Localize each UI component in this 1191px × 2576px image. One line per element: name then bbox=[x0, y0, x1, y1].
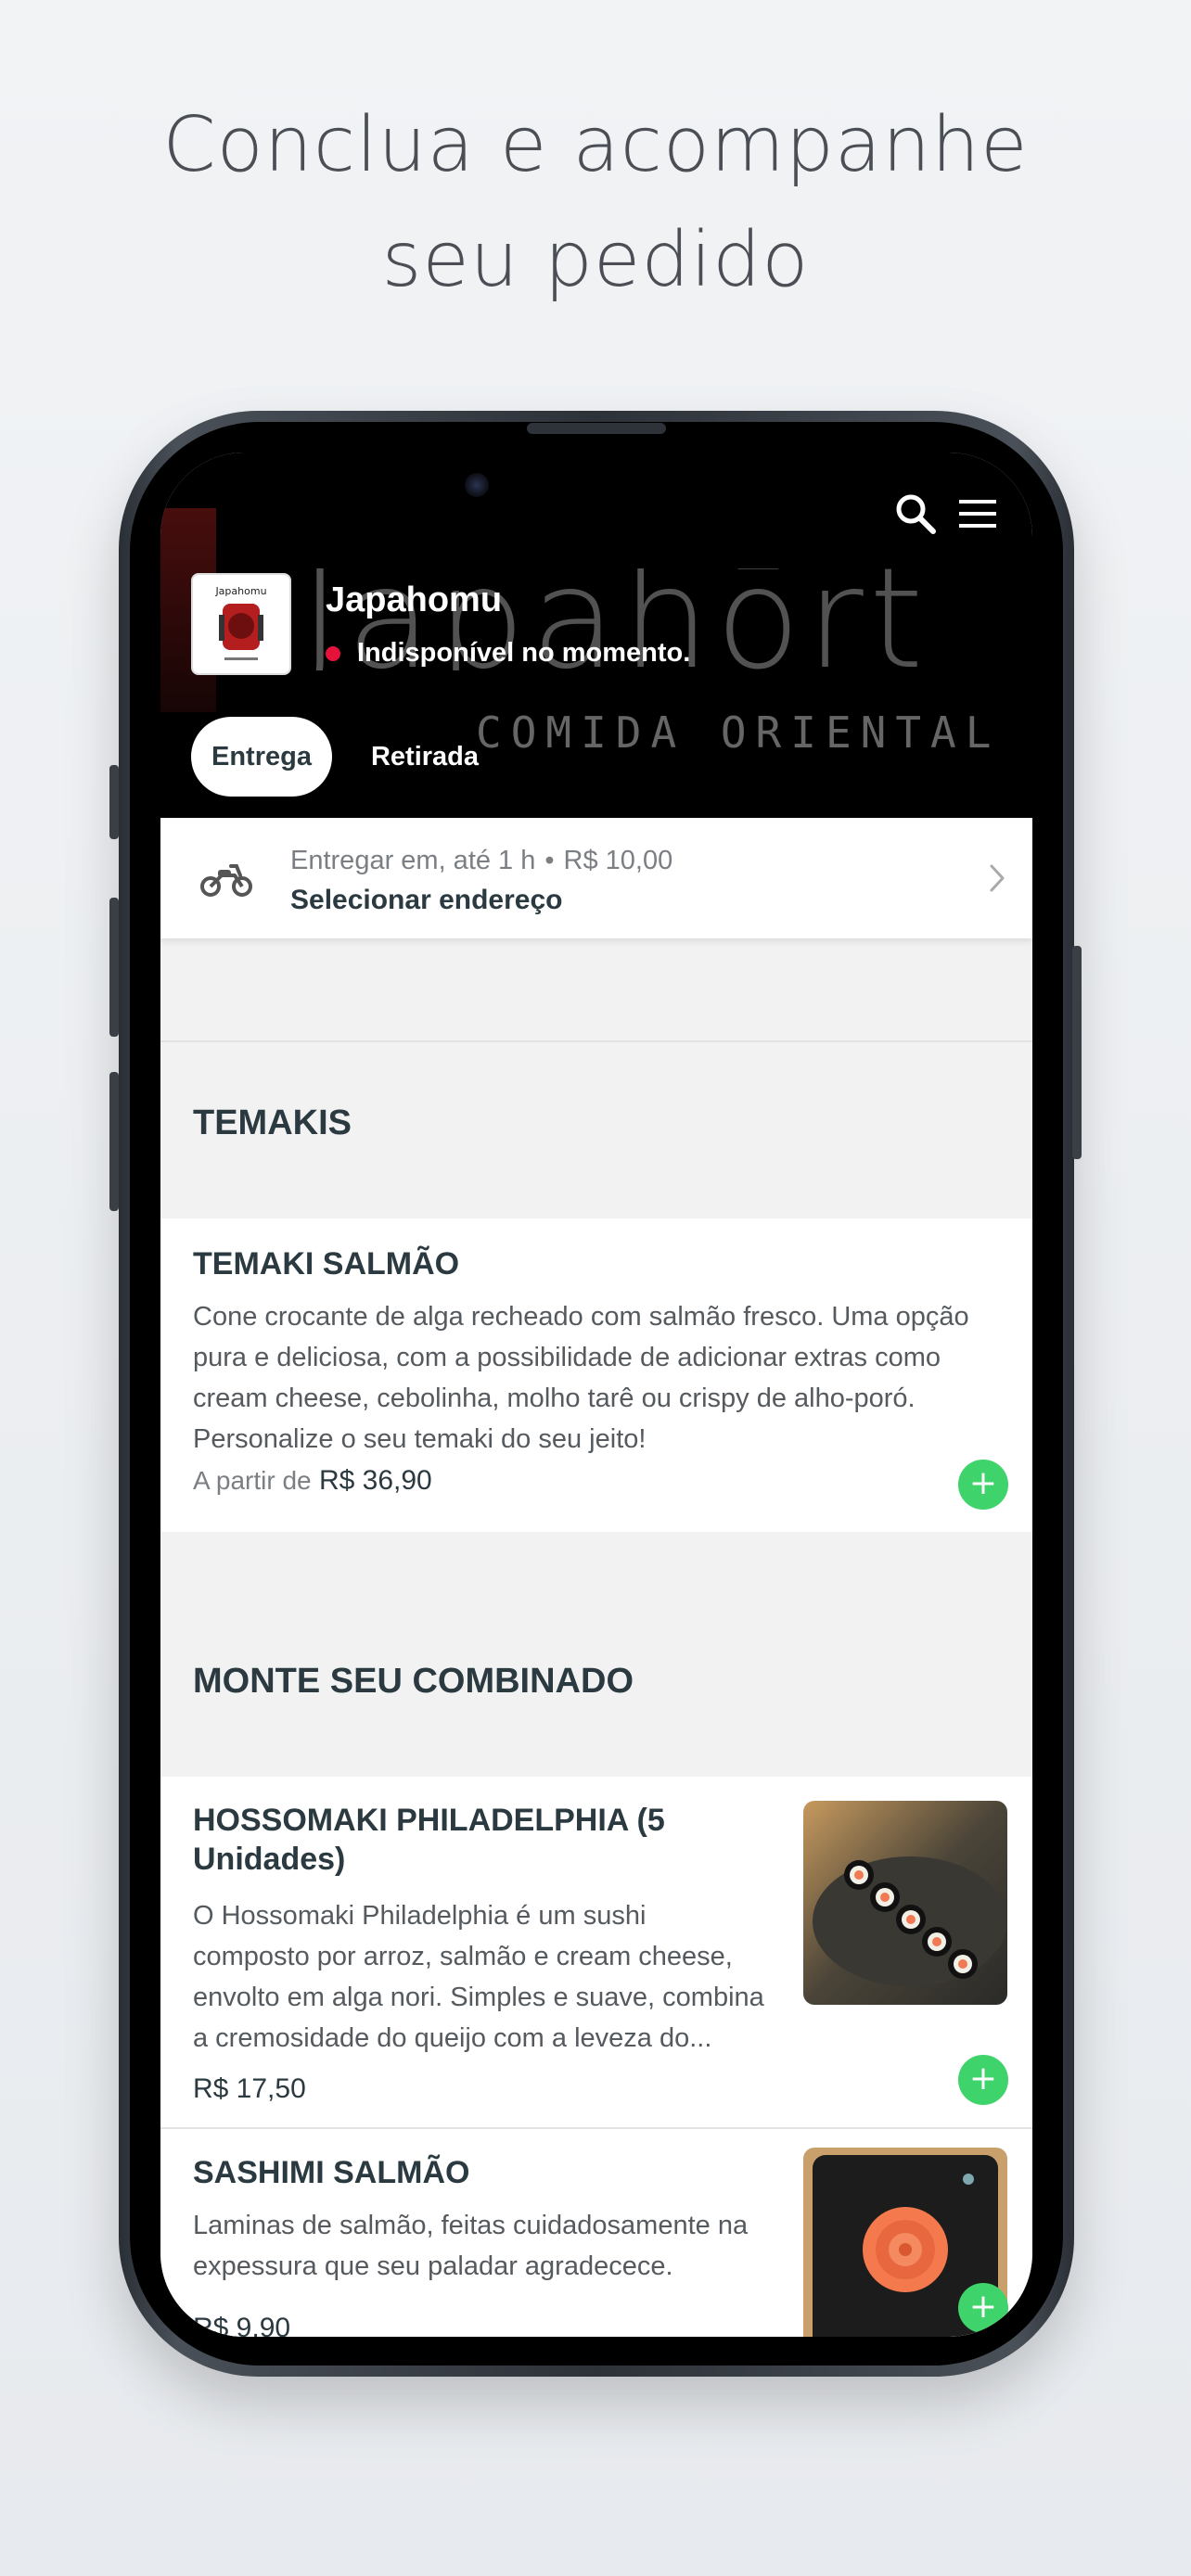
delivery-info: Entregar em, até 1 h • R$ 10,00 bbox=[290, 846, 673, 875]
item-price: A partir de R$ 36,90 bbox=[193, 1465, 432, 1497]
headline-line-1: Conclua e acompanhe bbox=[162, 101, 1029, 189]
section-title-monte-seu-combinado: MONTE SEU COMBINADO bbox=[193, 1662, 634, 1701]
select-address-label: Selecionar endereço bbox=[290, 885, 563, 915]
delivery-fee: R$ 10,00 bbox=[563, 846, 673, 875]
plus-icon: + bbox=[968, 2060, 998, 2098]
phone-volume-down bbox=[109, 1072, 119, 1211]
plus-icon: + bbox=[968, 1464, 998, 1502]
menu-item-temaki-salmao[interactable]: TEMAKI SALMÃO Cone crocante de alga rech… bbox=[160, 1218, 1032, 1532]
phone-mute-switch bbox=[109, 765, 119, 839]
section-title-temakis: TEMAKIS bbox=[193, 1103, 352, 1142]
search-icon[interactable] bbox=[891, 490, 940, 538]
item-price: R$ 9,90 bbox=[193, 2313, 291, 2337]
section-divider bbox=[160, 1040, 1032, 1042]
item-description: Cone crocante de alga recheado com salmã… bbox=[193, 1302, 969, 1454]
store-header: Japahōrt COMIDA ORIENTAL Japahomu Japaho… bbox=[160, 453, 1032, 818]
add-item-button[interactable]: + bbox=[958, 2055, 1008, 2105]
status-dot-icon bbox=[326, 645, 340, 661]
menu-item-hossomaki-philadelphia[interactable]: HOSSOMAKI PHILADELPHIA (5 Unidades) O Ho… bbox=[160, 1777, 1032, 2127]
price-value: R$ 36,90 bbox=[318, 1465, 432, 1496]
store-status: Indisponível no momento. bbox=[326, 638, 690, 669]
item-name: HOSSOMAKI PHILADELPHIA (5 Unidades) bbox=[193, 1803, 665, 1877]
phone-power-button bbox=[1072, 946, 1082, 1159]
tab-entrega[interactable]: Entrega bbox=[191, 717, 332, 797]
headline-line-2: seu pedido bbox=[381, 216, 810, 304]
delivery-eta: Entregar em, até 1 h bbox=[290, 846, 536, 875]
motorcycle-icon bbox=[200, 864, 252, 897]
phone-volume-up bbox=[109, 898, 119, 1037]
order-mode-tabs: Entrega Retirada bbox=[191, 717, 499, 797]
item-price: R$ 17,50 bbox=[193, 2073, 306, 2104]
item-description: O Hossomaki Philadelphia é um sushi comp… bbox=[193, 1901, 764, 2053]
store-logo: Japahomu bbox=[191, 573, 291, 675]
add-item-button[interactable]: + bbox=[958, 2283, 1008, 2333]
plus-icon: + bbox=[968, 2288, 998, 2326]
delivery-address-selector[interactable]: Entregar em, até 1 h • R$ 10,00 Selecionar… bbox=[160, 818, 1032, 938]
app-screen: Japahōrt COMIDA ORIENTAL Japahomu Japaho… bbox=[160, 453, 1032, 2337]
front-camera bbox=[465, 473, 489, 497]
item-description: Laminas de salmão, feitas cuidadosamente… bbox=[193, 2211, 749, 2281]
store-status-text: Indisponível no momento. bbox=[357, 638, 691, 668]
add-item-button[interactable]: + bbox=[958, 1460, 1008, 1510]
price-prefix: A partir de bbox=[193, 1466, 312, 1495]
logo-text: Japahomu bbox=[214, 585, 266, 597]
chevron-right-icon bbox=[990, 864, 1005, 892]
menu-icon[interactable] bbox=[954, 490, 1002, 538]
item-name: SASHIMI SALMÃO bbox=[193, 2155, 470, 2190]
item-photo-hossomaki bbox=[803, 1801, 1007, 2005]
menu-item-sashimi-salmao[interactable]: SASHIMI SALMÃO Laminas de salmão, feitas… bbox=[160, 2129, 1032, 2337]
tab-retirada[interactable]: Retirada bbox=[351, 717, 499, 797]
store-name: Japahomu bbox=[326, 580, 503, 619]
item-name: TEMAKI SALMÃO bbox=[193, 1246, 460, 1282]
headline: Conclua e acompanhe seu pedido bbox=[0, 88, 1191, 318]
phone-speaker bbox=[527, 423, 666, 434]
banner-subtitle: COMIDA ORIENTAL bbox=[476, 708, 1001, 758]
